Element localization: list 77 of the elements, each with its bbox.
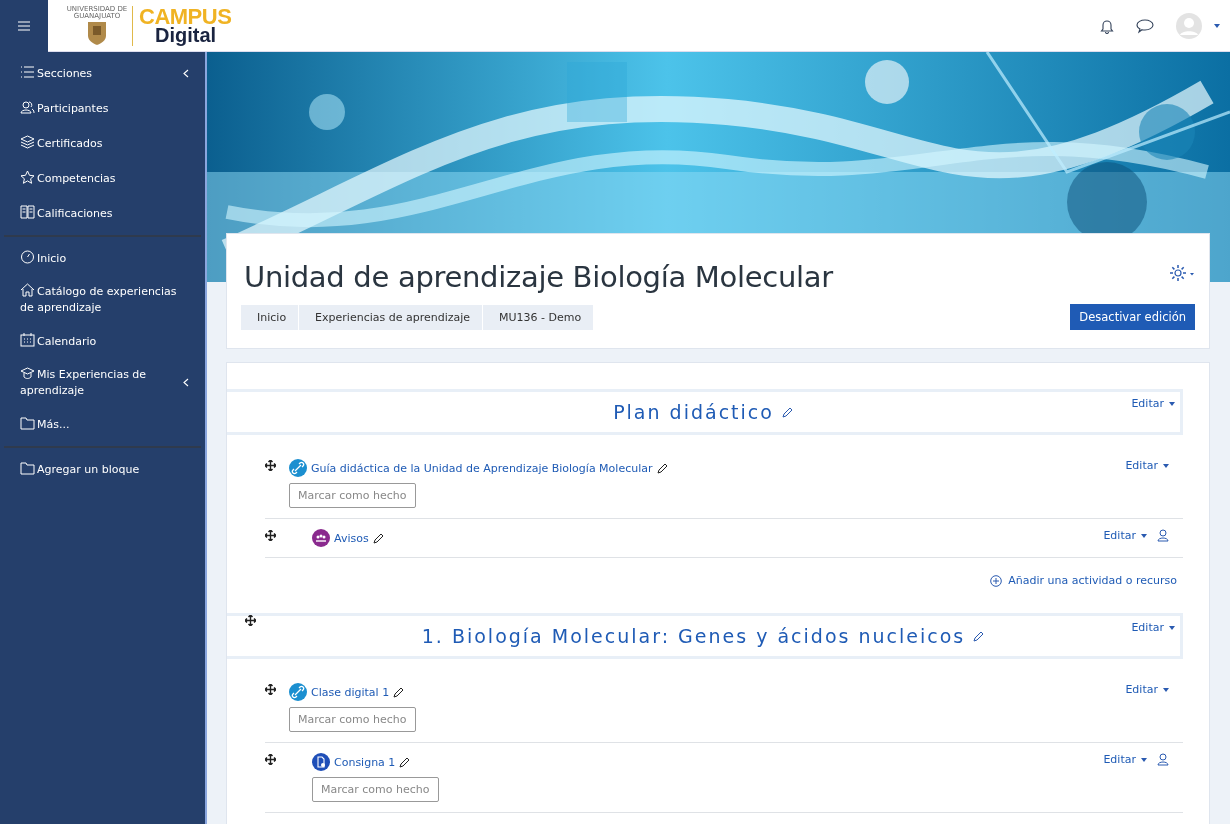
mark-done-button[interactable]: Marcar como hecho: [312, 777, 439, 802]
pencil-icon[interactable]: [372, 532, 385, 544]
move-icon[interactable]: [265, 684, 276, 695]
section-title: Plan didáctico: [613, 401, 774, 423]
activity-link[interactable]: Guía didáctica de la Unidad de Aprendizaje Biología Molecular: [311, 461, 653, 475]
edit-menu[interactable]: Editar: [1103, 529, 1147, 542]
bell-icon[interactable]: [1100, 17, 1114, 34]
add-activity-link[interactable]: Añadir una actividad o recurso: [990, 574, 1177, 587]
chevron-icon[interactable]: [183, 378, 189, 387]
section-title: 1. Biología Molecular: Genes y ácidos nucleicos: [421, 625, 966, 647]
caret-icon: [1163, 463, 1169, 468]
star-icon: [20, 169, 35, 184]
sidebar-item[interactable]: Mis Experiencias de aprendizaje: [4, 359, 201, 407]
group-icon: [312, 529, 330, 547]
people-icon: [20, 99, 35, 114]
edit-mode-button[interactable]: Desactivar edición: [1070, 304, 1195, 330]
edit-menu[interactable]: Editar: [1125, 683, 1169, 696]
caret-icon: [1141, 533, 1147, 538]
pencil-icon[interactable]: [399, 756, 412, 768]
chat-icon[interactable]: [1136, 17, 1154, 34]
book-icon: [20, 204, 35, 219]
sidebar-item[interactable]: Competencias: [0, 161, 205, 196]
sidebar-item[interactable]: Inicio: [4, 241, 201, 276]
document-icon: [312, 753, 330, 771]
chevron-icon[interactable]: [183, 68, 189, 78]
mark-done-button[interactable]: Marcar como hecho: [289, 483, 416, 508]
move-icon[interactable]: [265, 460, 276, 471]
sidebar-item[interactable]: Agregar un bloque: [4, 452, 201, 487]
activity-link[interactable]: Avisos: [334, 531, 369, 545]
edit-menu[interactable]: Editar: [1125, 459, 1169, 472]
breadcrumb-link[interactable]: MU136 - Demo: [483, 304, 595, 330]
move-icon[interactable]: [265, 754, 276, 765]
caret-icon[interactable]: [1214, 23, 1220, 28]
pencil-icon[interactable]: [973, 630, 986, 642]
move-icon[interactable]: [265, 530, 276, 541]
list-icon: [20, 64, 35, 79]
menu-button[interactable]: [0, 0, 48, 52]
sidebar-item[interactable]: Participantes: [0, 91, 205, 126]
layers-icon: [20, 134, 35, 149]
graduation-cap-icon: [20, 366, 35, 380]
edit-menu[interactable]: Editar: [1103, 753, 1147, 766]
move-icon[interactable]: [245, 615, 256, 626]
sidebar-item[interactable]: Catálogo de experiencias de aprendizaje: [4, 276, 201, 324]
logo[interactable]: CAMPUS Digital: [139, 6, 232, 45]
mark-done-button[interactable]: Marcar como hecho: [289, 707, 416, 732]
breadcrumb-link[interactable]: Inicio: [241, 304, 300, 330]
sidebar-item[interactable]: Calendario: [4, 324, 201, 359]
link-icon: [289, 459, 307, 477]
breadcrumb-link[interactable]: Experiencias de aprendizaje: [299, 304, 484, 330]
sidebar-item[interactable]: Calificaciones: [0, 196, 205, 231]
link-icon: [289, 683, 307, 701]
pencil-icon[interactable]: [656, 462, 669, 474]
course-title: Unidad de aprendizaje Biología Molecular: [244, 260, 833, 294]
plus-icon: [990, 574, 1003, 587]
calendar-icon: [20, 332, 35, 347]
gauge-icon: [20, 249, 35, 264]
settings-icon[interactable]: [1169, 264, 1195, 282]
menu-icon: [18, 20, 30, 31]
edit-menu[interactable]: Editar: [1131, 397, 1175, 410]
person-icon[interactable]: [1157, 753, 1169, 766]
sidebar-item[interactable]: Más...: [4, 407, 201, 442]
caret-icon: [1169, 625, 1175, 630]
caret-icon: [1169, 401, 1175, 406]
home-icon: [20, 283, 35, 297]
sidebar-item[interactable]: Secciones: [0, 56, 205, 91]
sidebar-item[interactable]: Certificados: [0, 126, 205, 161]
edit-menu[interactable]: Editar: [1131, 621, 1175, 634]
person-icon[interactable]: [1157, 529, 1169, 542]
pencil-icon[interactable]: [781, 406, 794, 418]
folder-icon: [20, 460, 35, 475]
activity-link[interactable]: Clase digital 1: [311, 685, 390, 699]
activity-link[interactable]: Consigna 1: [334, 755, 396, 769]
folder-icon: [20, 415, 35, 430]
crest-icon: [87, 19, 107, 46]
pencil-icon[interactable]: [393, 686, 406, 698]
caret-icon: [1141, 757, 1147, 762]
caret-icon: [1163, 687, 1169, 692]
